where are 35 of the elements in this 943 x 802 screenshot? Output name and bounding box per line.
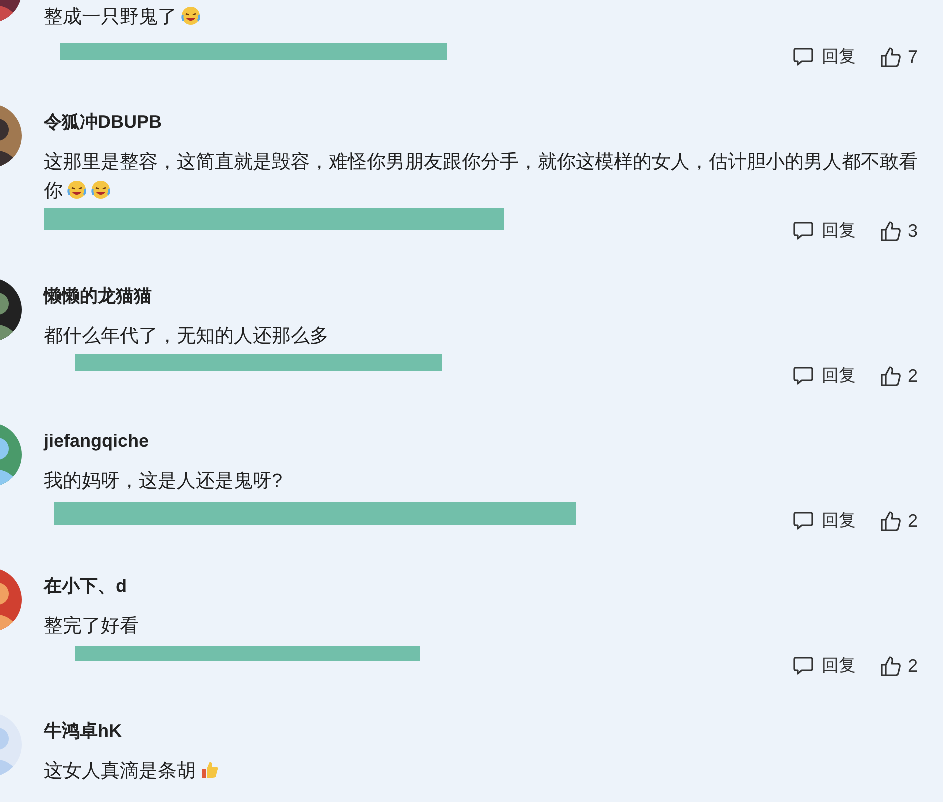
thumbs-up-icon	[880, 510, 902, 532]
thumbs-up-emoji-icon	[200, 760, 220, 780]
reply-button[interactable]: 回复	[792, 218, 856, 244]
thumbs-up-icon	[880, 656, 902, 676]
username[interactable]: 牛鸿卓hK	[44, 719, 122, 743]
comment-icon	[792, 366, 814, 386]
reply-button[interactable]: 回复	[792, 508, 856, 534]
like-button[interactable]: 2	[880, 362, 918, 390]
comment-text: 整成一只野鬼了	[44, 3, 918, 32]
comment-text: 这女人真滴是条胡	[44, 757, 918, 786]
comment-icon	[792, 656, 814, 676]
reply-button[interactable]: 回复	[792, 363, 856, 389]
like-button[interactable]: 2	[880, 508, 918, 534]
crying-laughing-emoji-icon	[91, 180, 111, 200]
crying-laughing-emoji-icon	[67, 180, 87, 200]
username[interactable]: 在小下、d	[44, 574, 127, 598]
like-button[interactable]: 3	[880, 218, 918, 244]
username[interactable]: 令狐冲DBUPB	[44, 110, 162, 134]
thumbs-up-icon	[880, 366, 902, 386]
thumbs-up-icon	[880, 220, 902, 242]
reply-button[interactable]: 回复	[792, 653, 856, 679]
reply-button[interactable]: 回复	[792, 44, 856, 70]
comment-text: 整完了好看	[44, 615, 140, 639]
comment-text: 这那里是整容，这简直就是毁容，难怪你男朋友跟你分手，就你这模样的女人，估计胆小的男人都不敢看你	[44, 151, 918, 204]
thumbs-up-icon	[880, 46, 902, 68]
like-button[interactable]: 7	[880, 44, 918, 70]
comment-icon	[792, 511, 814, 531]
comment-text: 都什么年代了，无知的人还那么多	[44, 325, 330, 349]
username[interactable]: jiefangqiche	[44, 429, 150, 453]
comment-icon	[792, 221, 814, 241]
like-button[interactable]: 2	[880, 652, 918, 680]
username[interactable]: 懒懒的龙猫猫	[44, 284, 152, 308]
comment-text: 我的妈呀，这是人还是鬼呀?	[44, 470, 284, 494]
crying-laughing-emoji-icon	[181, 6, 201, 26]
comment-icon	[792, 47, 814, 67]
